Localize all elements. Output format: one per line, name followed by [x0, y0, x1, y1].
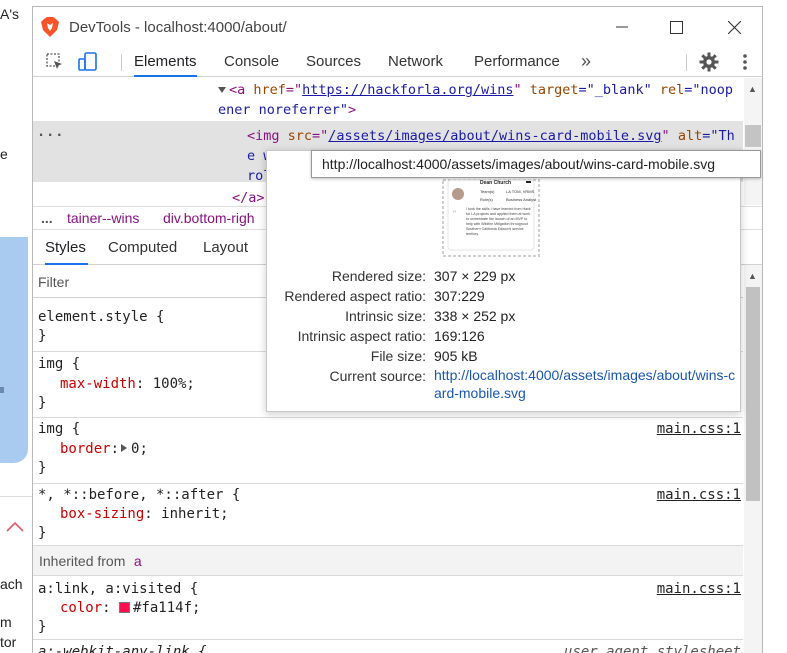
url-tooltip: http://localhost:4000/assets/images/abou… [311, 150, 761, 178]
info-value: 307:229 [434, 288, 485, 304]
tab-performance[interactable]: Performance [474, 47, 560, 77]
info-key: Current source: [329, 368, 426, 384]
rule-declaration[interactable]: border: 0; [60, 440, 148, 459]
dom-scrollbar[interactable]: ▲ [744, 78, 762, 205]
rule-source-label: user agent stylesheet [563, 644, 741, 653]
info-value: 169:126 [434, 328, 485, 344]
rule-selector[interactable]: a:-webkit-any-link { [38, 643, 207, 653]
info-value: 338 × 252 px [434, 308, 516, 324]
rule-close: } [38, 395, 47, 411]
scroll-up-icon[interactable]: ▲ [748, 271, 757, 281]
device-toolbar-icon[interactable] [76, 50, 100, 74]
rule-close: } [38, 525, 47, 541]
bg-blue-card [0, 237, 28, 463]
card-role-value: Business Analyst [506, 197, 537, 202]
info-key: File size: [370, 348, 426, 364]
card-quote: I took the skills I have learned from Ha… [466, 207, 531, 236]
scroll-thumb[interactable] [745, 125, 761, 147]
src-link[interactable]: /assets/images/about/wins-card-mobile.sv… [328, 128, 661, 144]
rule-close: } [38, 619, 47, 635]
background-page: A's e ach m tor [0, 0, 32, 653]
tab-elements[interactable]: Elements [134, 47, 197, 77]
node-actions-ellipsis[interactable]: ... [37, 124, 64, 140]
image-preview-popover: Dean Church Team(s) LA TOM, VRMS Role(s)… [266, 150, 741, 412]
expand-triangle-icon[interactable] [218, 87, 226, 93]
inherited-header: Inherited from a [33, 546, 743, 576]
color-swatch[interactable] [119, 602, 131, 613]
rule-declaration[interactable]: max-width: 100%; [60, 375, 195, 394]
bg-text-fragment: ach [0, 576, 23, 592]
main-tab-bar: Elements Console Sources Network Perform… [33, 47, 762, 77]
info-row: File size: 905 kB [267, 346, 742, 366]
rule-selector[interactable]: a:link, a:visited { [38, 580, 198, 599]
tab-computed[interactable]: Computed [108, 231, 177, 265]
breadcrumb-item[interactable]: tainer--wins [67, 207, 139, 229]
image-thumbnail: Dean Church Team(s) LA TOM, VRMS Role(s)… [442, 179, 540, 257]
bg-text-fragment: A's [0, 6, 20, 22]
css-rule[interactable]: *, *::before, *::after { main.css:1 box-… [33, 484, 743, 546]
scroll-thumb[interactable] [746, 287, 760, 501]
kebab-menu-icon[interactable] [733, 50, 757, 74]
window-title: DevTools - localhost:4000/about/ [69, 18, 287, 36]
rule-declaration[interactable]: color: #fa114f; [60, 599, 200, 618]
rule-source-link[interactable]: main.css:1 [657, 420, 741, 439]
info-value: 307 × 229 px [434, 268, 516, 284]
tab-console[interactable]: Console [224, 47, 279, 77]
card-team-label: Team(s) [480, 189, 495, 194]
rule-declaration[interactable]: box-sizing: inherit; [60, 505, 229, 524]
styles-scrollbar[interactable]: ▲ [744, 265, 762, 653]
title-bar: DevTools - localhost:4000/about/ [33, 7, 762, 47]
breadcrumb-item[interactable]: div.bottom-righ [163, 207, 255, 229]
tab-network[interactable]: Network [388, 47, 443, 77]
info-key: Rendered size: [331, 268, 426, 284]
bg-text-fragment: m [0, 614, 12, 630]
card-role-label: Role(s) [480, 197, 494, 202]
info-row: Rendered aspect ratio: 307:229 [267, 286, 742, 306]
tab-sources[interactable]: Sources [306, 47, 361, 77]
breadcrumb-overflow[interactable]: ... [41, 207, 53, 229]
info-key: Intrinsic size: [345, 308, 426, 324]
css-rule[interactable]: a:link, a:visited { main.css:1 color: #f… [33, 577, 743, 640]
css-rule[interactable]: img { main.css:1 border: 0; } [33, 418, 743, 484]
info-row: Rendered size: 307 × 229 px [267, 266, 742, 286]
rule-selector[interactable]: img { [38, 355, 80, 374]
current-source-link[interactable]: http://localhost:4000/assets/images/abou… [434, 366, 739, 402]
dom-node-img[interactable]: <img src="/assets/images/about/wins-card… [247, 126, 762, 146]
bg-text-fragment: tor [0, 634, 17, 650]
dom-node-a-continued: ener noreferrer"> [218, 102, 357, 118]
tab-styles[interactable]: Styles [45, 231, 88, 265]
expand-triangle-icon[interactable] [121, 444, 128, 452]
rule-selector[interactable]: img { [38, 420, 80, 439]
close-icon[interactable] [711, 7, 757, 47]
card-name: Dean Church [480, 180, 511, 186]
css-rule[interactable]: a:-webkit-any-link { user agent styleshe… [33, 640, 743, 653]
bg-text-fragment: e [0, 146, 8, 162]
maximize-icon[interactable] [653, 7, 699, 47]
more-tabs-button[interactable]: » [581, 47, 591, 77]
chevron-up-icon [5, 520, 25, 538]
info-row: Intrinsic aspect ratio: 169:126 [267, 326, 742, 346]
svg-text:“: “ [452, 209, 457, 220]
scroll-up-icon[interactable]: ▲ [748, 84, 757, 94]
info-key: Rendered aspect ratio: [284, 288, 426, 304]
rule-selector[interactable]: element.style { [38, 308, 164, 327]
rule-close: } [38, 460, 47, 476]
inherited-tag[interactable]: a [134, 553, 142, 569]
tab-layout[interactable]: Layout [203, 231, 248, 265]
dom-node-a[interactable]: <a href="https://hackforla.org/wins" tar… [218, 80, 762, 100]
rule-close: } [38, 328, 47, 344]
info-row: Intrinsic size: 338 × 252 px [267, 306, 742, 326]
inspect-element-icon[interactable] [43, 50, 67, 74]
minimize-icon[interactable] [599, 7, 645, 47]
info-row: Current source: http://localhost:4000/as… [267, 366, 742, 401]
href-link[interactable]: https://hackforla.org/wins [302, 82, 513, 98]
card-team-value: LA TOM, VRMS [506, 189, 535, 194]
brave-logo-icon [41, 17, 59, 37]
info-value: 905 kB [434, 348, 478, 364]
rule-source-link[interactable]: main.css:1 [657, 486, 741, 505]
rule-source-link[interactable]: main.css:1 [657, 580, 741, 599]
settings-gear-icon[interactable] [697, 50, 721, 74]
rule-selector[interactable]: *, *::before, *::after { [38, 486, 240, 505]
info-key: Intrinsic aspect ratio: [297, 328, 426, 344]
